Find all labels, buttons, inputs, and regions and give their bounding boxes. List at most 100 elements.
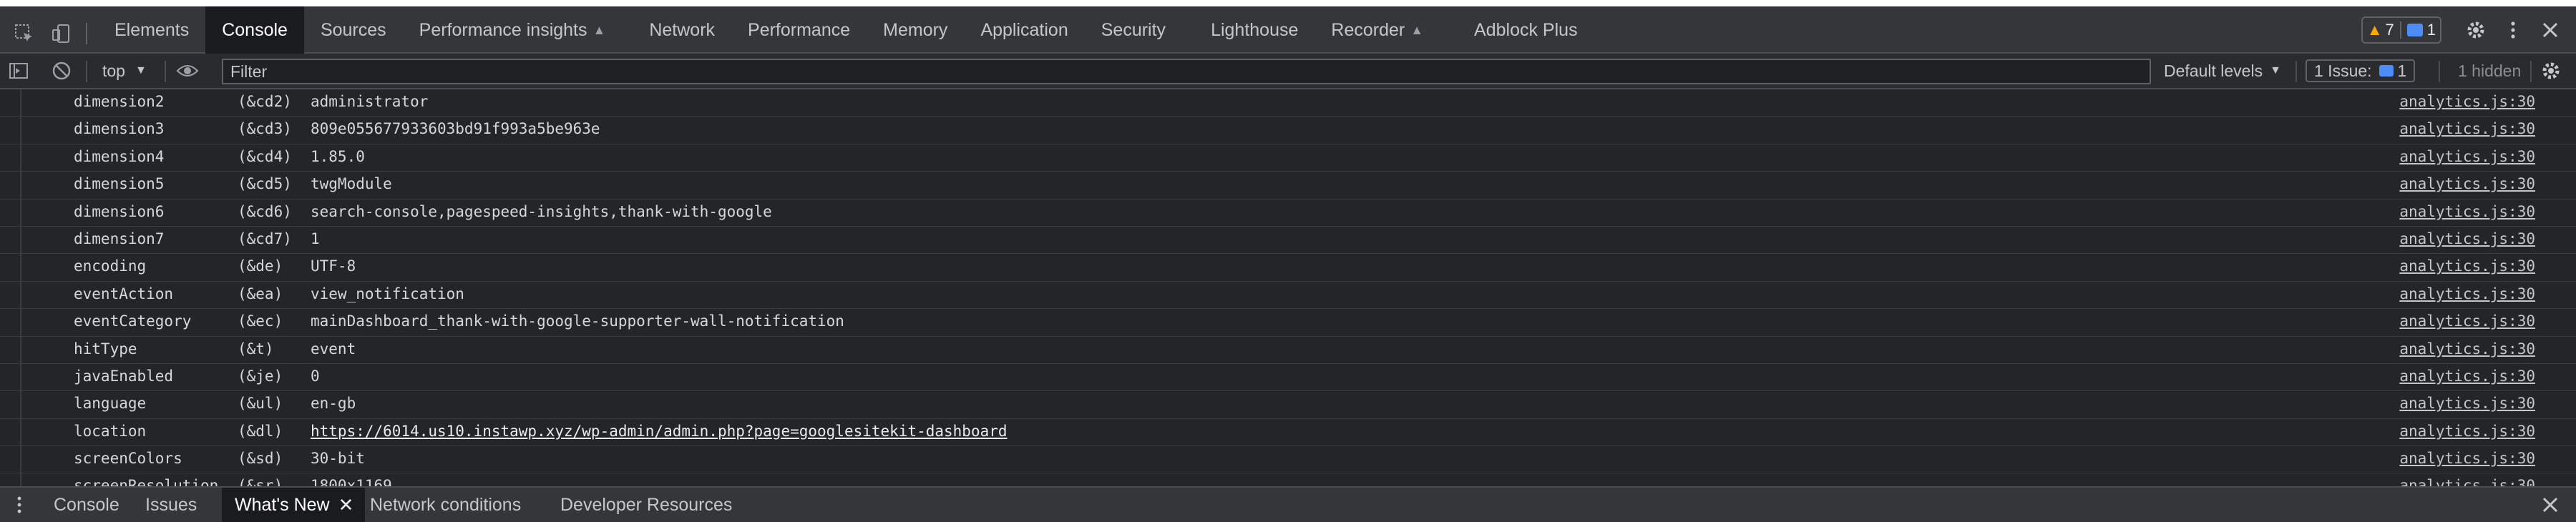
tab-label: Performance xyxy=(748,19,851,40)
hidden-messages-count: 1 hidden xyxy=(2458,54,2521,88)
inspect-element-icon[interactable] xyxy=(6,15,43,52)
settings-gear-icon[interactable] xyxy=(2457,11,2494,49)
log-gutter xyxy=(20,281,21,309)
filter-input[interactable]: Filter xyxy=(222,59,2151,84)
context-selector[interactable]: top ▼ xyxy=(102,54,147,88)
drawer-tab-label: Issues xyxy=(145,494,197,515)
source-link[interactable]: analytics.js:30 xyxy=(2399,230,2535,247)
log-entry: dimension3 (&cd3) 809e055677933603bd91f993… xyxy=(0,117,2576,144)
tab-label: Sources xyxy=(320,19,386,40)
source-link[interactable]: analytics.js:30 xyxy=(2399,312,2535,330)
source-link[interactable]: analytics.js:30 xyxy=(2399,93,2535,110)
message-icon xyxy=(2406,24,2423,36)
toolbar-divider xyxy=(86,23,87,44)
live-expression-eye-icon[interactable] xyxy=(176,54,199,88)
param-value: search-console,pagespeed-insights,thank-… xyxy=(311,202,772,220)
log-gutter xyxy=(20,391,21,418)
tab-application[interactable]: Application xyxy=(964,6,1084,54)
param-value: 1.85.0 xyxy=(311,147,365,165)
param-code: (&ec) xyxy=(238,312,283,330)
drawer-tab-console[interactable]: Console xyxy=(54,488,119,522)
log-gutter xyxy=(20,117,21,144)
log-entry: screenColors (&sd) 30-bit analytics.js:30 xyxy=(0,446,2576,474)
source-link[interactable]: analytics.js:30 xyxy=(2399,450,2535,467)
param-name: javaEnabled xyxy=(74,367,174,385)
tab-elements[interactable]: Elements xyxy=(98,6,205,54)
tab-performance-insights[interactable]: Performance insights ▲ xyxy=(403,6,623,54)
more-options-icon[interactable] xyxy=(2494,11,2532,49)
param-value-link[interactable]: https://6014.us10.instawp.xyz/wp-admin/a… xyxy=(311,423,1008,440)
tab-sources[interactable]: Sources xyxy=(304,6,403,54)
log-gutter xyxy=(20,336,21,363)
source-link[interactable]: analytics.js:30 xyxy=(2399,340,2535,358)
param-code: (&sr) xyxy=(238,477,283,486)
source-link[interactable]: analytics.js:30 xyxy=(2399,423,2535,440)
tab-adblock-plus[interactable]: Adblock Plus xyxy=(1440,6,1594,54)
param-name: hitType xyxy=(74,340,137,358)
tab-performance[interactable]: Performance xyxy=(731,6,867,54)
filter-divider xyxy=(2530,61,2532,82)
close-drawer-icon[interactable] xyxy=(2540,488,2560,522)
close-tab-icon[interactable]: ✕ xyxy=(338,494,354,516)
tab-label: Network xyxy=(649,19,716,40)
tab-network[interactable]: Network xyxy=(622,6,731,54)
source-link[interactable]: analytics.js:30 xyxy=(2399,148,2535,165)
tab-label: Performance insights xyxy=(419,19,587,40)
console-log[interactable]: dimension2 (&cd2) administrator analytics.j… xyxy=(0,89,2576,486)
tab-memory[interactable]: Memory xyxy=(867,6,964,54)
tab-recorder[interactable]: Recorder ▲ xyxy=(1314,6,1440,54)
source-link[interactable]: analytics.js:30 xyxy=(2399,175,2535,192)
log-gutter xyxy=(20,226,21,254)
device-toolbar-icon[interactable] xyxy=(43,15,80,52)
drawer-tab-whats-new[interactable]: What's New ✕ xyxy=(222,488,366,522)
source-link[interactable]: analytics.js:30 xyxy=(2399,395,2535,412)
log-entry: eventCategory (&ec) mainDashboard_thank-wi… xyxy=(0,309,2576,337)
issues-counter-button[interactable]: 1 Issue: 1 xyxy=(2306,59,2416,82)
tab-label: Lighthouse xyxy=(1211,19,1299,40)
param-value: administrator xyxy=(311,93,429,110)
drawer-tab-issues[interactable]: Issues xyxy=(145,488,197,522)
source-link[interactable]: analytics.js:30 xyxy=(2399,257,2535,275)
param-name: dimension7 xyxy=(74,230,165,247)
param-value: mainDashboard_thank-with-google-supporte… xyxy=(311,312,844,330)
log-entry: encoding (&de) UTF-8 analytics.js:30 xyxy=(0,254,2576,282)
param-code: (&cd7) xyxy=(238,230,292,247)
log-levels-dropdown[interactable]: Default levels ▼ xyxy=(2164,54,2281,88)
param-code: (&cd4) xyxy=(238,147,292,165)
log-gutter xyxy=(20,418,21,446)
source-link[interactable]: analytics.js:30 xyxy=(2399,477,2535,486)
console-settings-gear-icon[interactable] xyxy=(2540,54,2562,88)
source-link[interactable]: analytics.js:30 xyxy=(2399,120,2535,137)
log-levels-label: Default levels xyxy=(2164,61,2263,80)
issues-count: 1 xyxy=(2397,61,2407,80)
drawer-tab-developer-resources[interactable]: Developer Resources xyxy=(560,488,732,522)
source-link[interactable]: analytics.js:30 xyxy=(2399,368,2535,385)
log-entry: eventAction (&ea) view_notification analyti… xyxy=(0,281,2576,310)
source-link[interactable]: analytics.js:30 xyxy=(2399,285,2535,302)
tab-console[interactable]: Console xyxy=(205,6,304,54)
filter-divider xyxy=(86,61,87,82)
log-gutter xyxy=(20,254,21,281)
warnings-badge[interactable]: ▲ 7 1 xyxy=(2361,16,2441,44)
filter-divider xyxy=(2439,61,2440,82)
close-devtools-icon[interactable] xyxy=(2532,11,2569,49)
clear-console-icon[interactable] xyxy=(52,54,72,88)
source-link[interactable]: analytics.js:30 xyxy=(2399,203,2535,220)
param-code: (&cd3) xyxy=(238,120,292,138)
sidebar-toggle-icon[interactable] xyxy=(9,54,29,88)
param-code: (&cd2) xyxy=(238,93,292,110)
param-value: 0 xyxy=(311,367,320,385)
warning-icon: ▲ xyxy=(2366,21,2383,39)
log-gutter xyxy=(20,89,21,117)
drawer-menu-icon[interactable] xyxy=(16,488,23,522)
param-code: (&de) xyxy=(238,257,283,275)
drawer-tab-label: Developer Resources xyxy=(560,494,733,515)
experiment-flask-icon: ▲ xyxy=(1410,22,1424,37)
tab-security[interactable]: Security xyxy=(1085,6,1182,54)
tab-label: Security xyxy=(1101,19,1166,40)
hidden-label: 1 hidden xyxy=(2458,61,2522,80)
log-entry: dimension4 (&cd4) 1.85.0 analytics.js:30 xyxy=(0,144,2576,172)
tab-lighthouse[interactable]: Lighthouse xyxy=(1182,6,1314,54)
param-value: 1800x1169 xyxy=(311,477,392,486)
drawer-tab-network-conditions[interactable]: Network conditions xyxy=(370,488,521,522)
